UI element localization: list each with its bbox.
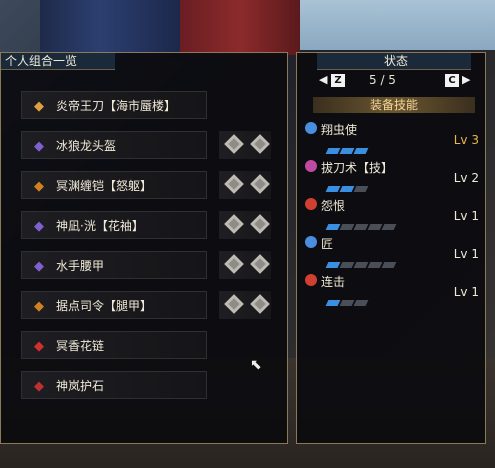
next-arrow-icon[interactable]: ▶: [462, 73, 470, 86]
skill-level-pip: [325, 262, 341, 268]
decoration-slots: [219, 211, 271, 239]
skill-name: 翔虫使: [321, 123, 358, 137]
equipment-name: 据点司令【腿甲】: [56, 299, 153, 313]
waist-icon: ◆: [34, 258, 44, 274]
chest-icon: ◆: [34, 178, 44, 194]
equipment-row[interactable]: ◆ 神岚护石: [21, 371, 207, 399]
decoration-slot-icon[interactable]: [250, 254, 270, 274]
mouse-cursor-icon: ⬉: [250, 357, 262, 373]
skill-level-pip: [325, 186, 341, 192]
status-panel: 状态 ◀ Z 5 / 5 C ▶ 装备技能 翔虫使 Lv 3 拔刀术【技】 Lv 2 怨…: [296, 52, 486, 444]
arms-icon: ◆: [34, 218, 44, 234]
decoration-slot-icon[interactable]: [250, 174, 270, 194]
skill-level-pip: [353, 148, 369, 154]
sky-area: [300, 0, 495, 50]
prev-arrow-icon[interactable]: ◀: [319, 73, 327, 86]
decoration-slot-icon[interactable]: [250, 134, 270, 154]
skill-level: Lv 1: [453, 247, 479, 261]
skill-level-pip: [339, 224, 355, 230]
prev-page-key[interactable]: Z: [331, 74, 345, 87]
skill-name: 怨恨: [321, 199, 346, 213]
skill-level-bar: [325, 177, 369, 196]
equipment-name: 神岚护石: [56, 379, 105, 393]
skill-level-pip: [325, 224, 341, 230]
equipment-row[interactable]: ◆ 水手腰甲: [21, 251, 207, 279]
equipment-name: 神凪·洸【花袖】: [56, 219, 144, 233]
loadout-panel-title: 个人组合一览: [1, 53, 115, 70]
banner-red: [180, 0, 300, 55]
equipment-name: 冥渊缠铠【怒躯】: [56, 179, 153, 193]
equipment-name: 炎帝王刀【海市蜃楼】: [56, 99, 177, 113]
skill-row: 连击 Lv 1: [305, 273, 481, 311]
skill-level-pip: [353, 186, 369, 192]
skill-level-pip: [367, 262, 383, 268]
skill-name: 匠: [321, 237, 334, 251]
decoration-slot-icon[interactable]: [224, 294, 244, 314]
skill-level-bar: [325, 215, 397, 234]
status-panel-title: 状态: [317, 53, 471, 70]
skill-level-pip: [339, 148, 355, 154]
equipped-skills-header: 装备技能: [313, 97, 475, 113]
skill-icon: [305, 160, 317, 172]
skill-level-pip: [353, 300, 369, 306]
skill-level-bar: [325, 291, 369, 310]
skill-icon: [305, 122, 317, 134]
equipment-row[interactable]: ◆ 神凪·洸【花袖】: [21, 211, 207, 239]
decoration-slots: [219, 131, 271, 159]
skill-level: Lv 3: [453, 133, 479, 147]
equipment-name: 冥香花链: [56, 339, 105, 353]
skill-row: 怨恨 Lv 1: [305, 197, 481, 235]
skill-level: Lv 1: [453, 285, 479, 299]
skill-icon: [305, 198, 317, 210]
skill-row: 拔刀术【技】 Lv 2: [305, 159, 481, 197]
legs-icon: ◆: [34, 298, 44, 314]
skill-name: 连击: [321, 275, 346, 289]
equipment-row[interactable]: ◆ 据点司令【腿甲】: [21, 291, 207, 319]
skill-level-pip: [325, 300, 341, 306]
skill-level-bar: [325, 253, 397, 272]
equipment-row[interactable]: ◆ 冥渊缠铠【怒躯】: [21, 171, 207, 199]
skill-level-bar: [325, 139, 369, 158]
skill-level-pip: [381, 224, 397, 230]
equipment-name: 冰狼龙头盔: [56, 139, 117, 153]
decoration-slot-icon[interactable]: [224, 134, 244, 154]
decoration-slot-icon[interactable]: [224, 214, 244, 234]
equipment-row[interactable]: ◆ 冥香花链: [21, 331, 207, 359]
skill-level-pip: [339, 262, 355, 268]
decoration-slots: [219, 251, 271, 279]
banner-blue: [40, 0, 190, 60]
decoration-slot-icon[interactable]: [224, 174, 244, 194]
page-indicator: 5 / 5: [369, 73, 396, 87]
skill-level-pip: [339, 300, 355, 306]
skill-level: Lv 2: [453, 171, 479, 185]
decoration-slots: [219, 291, 271, 319]
skill-level-pip: [339, 186, 355, 192]
skill-row: 匠 Lv 1: [305, 235, 481, 273]
skill-level-pip: [367, 224, 383, 230]
loadout-panel: 个人组合一览 ◆ 炎帝王刀【海市蜃楼】 ◆ 冰狼龙头盔 ◆ 冥渊缠铠【怒躯】 ◆ 神凪·洸【花…: [0, 52, 288, 444]
charm-chain-icon: ◆: [34, 338, 44, 354]
skill-level-pip: [325, 148, 341, 154]
skill-name: 拔刀术【技】: [321, 161, 394, 175]
decoration-slot-icon[interactable]: [224, 254, 244, 274]
skill-level-pip: [353, 224, 369, 230]
decoration-slot-icon[interactable]: [250, 294, 270, 314]
skill-row: 翔虫使 Lv 3: [305, 121, 481, 159]
skill-icon: [305, 274, 317, 286]
talisman-icon: ◆: [34, 378, 44, 394]
equipment-row[interactable]: ◆ 炎帝王刀【海市蜃楼】: [21, 91, 207, 119]
equipment-row[interactable]: ◆ 冰狼龙头盔: [21, 131, 207, 159]
next-page-key[interactable]: C: [445, 74, 459, 87]
skill-level-pip: [381, 262, 397, 268]
equipment-name: 水手腰甲: [56, 259, 105, 273]
page-navigation: ◀ Z 5 / 5 C ▶: [297, 73, 487, 89]
helmet-icon: ◆: [34, 138, 44, 154]
skill-icon: [305, 236, 317, 248]
decoration-slot-icon[interactable]: [250, 214, 270, 234]
weapon-icon: ◆: [34, 98, 44, 114]
skill-level-pip: [353, 262, 369, 268]
decoration-slots: [219, 171, 271, 199]
skill-level: Lv 1: [453, 209, 479, 223]
